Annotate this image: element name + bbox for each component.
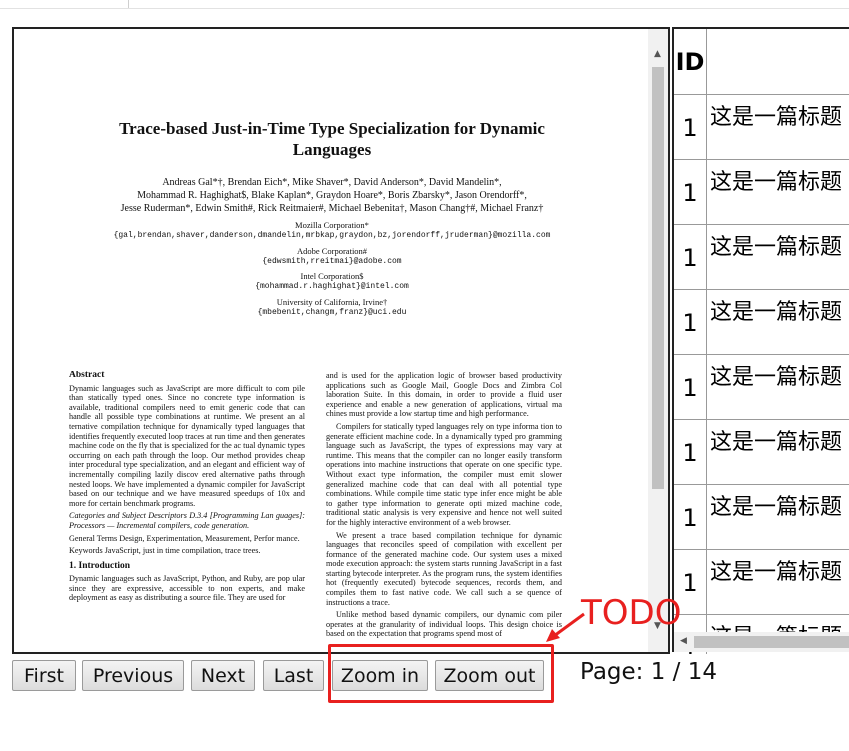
row-title[interactable]: 这是一篇标题	[710, 164, 842, 196]
row-title[interactable]: 这是一篇标题	[710, 229, 842, 261]
row-title[interactable]: 这是一篇标题	[710, 554, 842, 586]
row-id: 1	[674, 420, 707, 485]
last-page-button[interactable]: Last	[263, 660, 324, 691]
right-column: and is used for the application logic of…	[326, 371, 562, 652]
table-header-row: ID	[674, 29, 849, 95]
right-paragraph-3: We present a trace based compilation tec…	[326, 530, 562, 607]
abstract-text: Dynamic languages such as JavaScript are…	[69, 383, 305, 508]
categories-text: Categories and Subject Descriptors D.3.4…	[69, 511, 305, 530]
page-indicator: Page: 1 / 14	[580, 659, 718, 685]
pdf-vertical-scrollbar[interactable]: ▲ ▼	[648, 29, 668, 652]
introduction-text: Dynamic languages such as JavaScript, Py…	[69, 574, 305, 603]
affiliation-adobe-email: {edwsmith,rreitmai}@adobe.com	[262, 257, 402, 266]
author-line-2: Mohammad R. Haghighat$, Blake Kaplan*, G…	[137, 190, 527, 201]
row-title[interactable]: 这是一篇标题	[710, 99, 842, 131]
top-window-edge	[0, 0, 849, 9]
table-row[interactable]: 1 这是一篇标题	[674, 550, 849, 615]
row-title[interactable]: 这是一篇标题	[710, 359, 842, 391]
first-page-button[interactable]: First	[12, 660, 76, 691]
table-header-id: ID	[674, 29, 707, 95]
author-line-3: Jesse Ruderman*, Edwin Smith#, Rick Reit…	[120, 203, 544, 214]
scroll-left-arrow-icon[interactable]: ◀	[680, 636, 687, 646]
table-row[interactable]: 1 这是一篇标题	[674, 95, 849, 160]
row-id: 1	[674, 160, 707, 225]
row-title[interactable]: 这是一篇标题	[710, 294, 842, 326]
row-title[interactable]: 这是一篇标题	[710, 489, 842, 521]
table-scrollbar-thumb[interactable]	[694, 636, 849, 648]
tab-divider	[128, 0, 129, 8]
general-terms: General Terms Design, Experimentation, M…	[69, 533, 300, 543]
introduction-heading: 1. Introduction	[69, 560, 131, 571]
affiliation-intel-email: {mohammad.r.haghighat}@intel.com	[255, 282, 409, 291]
affiliation-uci-email: {mbebenit,changm,franz}@uci.edu	[257, 308, 407, 317]
affiliation-mozilla-email: {gal,brendan,shaver,danderson,dmandelin,…	[113, 231, 551, 240]
abstract-heading: Abstract	[69, 371, 105, 380]
table-row[interactable]: 1 这是一篇标题	[674, 485, 849, 550]
table-row[interactable]: 1 这是一篇标题	[674, 160, 849, 225]
author-line-1: Andreas Gal*†, Brendan Eich*, Mike Shave…	[162, 177, 502, 188]
table-row[interactable]: 1 这是一篇标题	[674, 290, 849, 355]
table-row[interactable]: 1 这是一篇标题	[674, 225, 849, 290]
table-row[interactable]: 1 这是一篇标题	[674, 355, 849, 420]
right-paragraph-1: and is used for the application logic of…	[326, 371, 562, 419]
annotation-todo-label: TODO	[581, 593, 682, 633]
keywords: Keywords JavaScript, just in time compil…	[69, 546, 261, 556]
row-id: 1	[674, 485, 707, 550]
table-horizontal-scrollbar[interactable]: ◀	[674, 632, 849, 652]
annotation-highlight-box	[328, 644, 554, 703]
pdf-page: Trace-based Just-in-Time Type Specializa…	[14, 29, 650, 652]
table-row[interactable]: 1 这是一篇标题	[674, 420, 849, 485]
next-page-button[interactable]: Next	[191, 660, 255, 691]
paper-title: Trace-based Just-in-Time Type Specializa…	[119, 119, 545, 159]
row-id: 1	[674, 225, 707, 290]
row-id: 1	[674, 355, 707, 420]
previous-page-button[interactable]: Previous	[82, 660, 184, 691]
right-paragraph-4: Unlike method based dynamic compilers, o…	[326, 610, 562, 639]
scroll-up-arrow-icon[interactable]: ▲	[654, 49, 661, 59]
article-table-panel: ID 1 这是一篇标题 1 这是一篇标题 1 这是一篇标题 1 这是一篇标题 1…	[672, 27, 849, 654]
row-title[interactable]: 这是一篇标题	[710, 424, 842, 456]
left-column: Abstract Dynamic languages such as JavaS…	[69, 371, 305, 652]
pdf-scrollbar-thumb[interactable]	[652, 67, 664, 489]
right-paragraph-2: Compilers for statically typed languages…	[326, 421, 562, 527]
row-id: 1	[674, 290, 707, 355]
pdf-viewer[interactable]: Trace-based Just-in-Time Type Specializa…	[12, 27, 670, 654]
row-id: 1	[674, 95, 707, 160]
